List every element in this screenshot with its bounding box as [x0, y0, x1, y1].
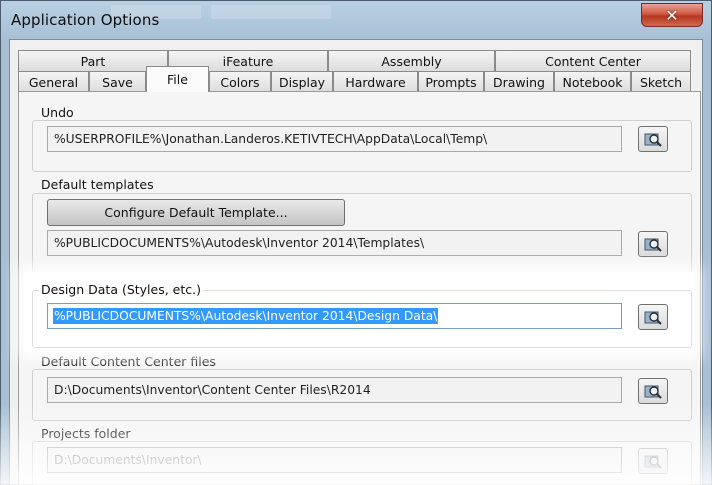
undo-browse-button[interactable] — [638, 126, 668, 152]
tab-hardware[interactable]: Hardware — [333, 71, 418, 92]
projects-label: Projects folder — [39, 426, 133, 441]
projects-browse-button[interactable] — [638, 448, 668, 474]
tab-display[interactable]: Display — [271, 71, 333, 92]
tab-row-bottom: General Save File Colors Display Hardwar… — [18, 66, 701, 92]
title-bar: Application Options ✕ — [1, 1, 711, 39]
tab-general[interactable]: General — [18, 71, 89, 92]
undo-label: Undo — [39, 105, 76, 120]
templates-browse-button[interactable] — [638, 231, 668, 257]
tab-notebook[interactable]: Notebook — [554, 71, 631, 92]
tab-content-center[interactable]: Content Center — [495, 50, 691, 71]
tab-sketch[interactable]: Sketch — [631, 71, 691, 92]
tab-file[interactable]: File — [146, 66, 209, 92]
tab-prompts[interactable]: Prompts — [418, 71, 484, 92]
content-center-browse-button[interactable] — [638, 378, 668, 404]
application-options-dialog: Application Options ✕ Part iFeature Asse… — [0, 0, 712, 485]
browse-folder-icon — [644, 311, 662, 325]
tab-assembly[interactable]: Assembly — [328, 50, 495, 71]
close-icon: ✕ — [665, 5, 679, 25]
tab-save[interactable]: Save — [89, 71, 146, 92]
browse-folder-icon — [644, 455, 662, 469]
configure-default-template-button[interactable]: Configure Default Template... — [47, 199, 345, 226]
dialog-client-area: Part iFeature Assembly Content Center Ge… — [9, 39, 703, 485]
design-data-selected-text: %PUBLICDOCUMENTS%\Autodesk\Inventor 2014… — [53, 308, 439, 324]
design-data-browse-button[interactable] — [638, 304, 668, 330]
browse-folder-icon — [644, 385, 662, 399]
design-data-label: Design Data (Styles, etc.) — [39, 282, 203, 297]
projects-path-field[interactable]: D:\Documents\Inventor\ — [47, 447, 622, 473]
browse-folder-icon — [644, 238, 662, 252]
design-data-path-field[interactable]: %PUBLICDOCUMENTS%\Autodesk\Inventor 2014… — [47, 303, 622, 329]
browse-folder-icon — [644, 133, 662, 147]
window-title: Application Options — [11, 11, 160, 29]
background-ghost-item — [211, 5, 331, 19]
close-button[interactable]: ✕ — [641, 3, 703, 27]
tab-colors[interactable]: Colors — [209, 71, 271, 92]
tab-row-top: Part iFeature Assembly Content Center — [18, 50, 701, 71]
templates-path-field[interactable]: %PUBLICDOCUMENTS%\Autodesk\Inventor 2014… — [47, 230, 622, 256]
content-center-label: Default Content Center files — [39, 354, 218, 369]
undo-path-field[interactable]: %USERPROFILE%\Jonathan.Landeros.KETIVTEC… — [47, 126, 622, 152]
tab-drawing[interactable]: Drawing — [484, 71, 554, 92]
content-center-path-field[interactable]: D:\Documents\Inventor\Content Center Fil… — [47, 377, 622, 403]
templates-label: Default templates — [39, 177, 156, 192]
